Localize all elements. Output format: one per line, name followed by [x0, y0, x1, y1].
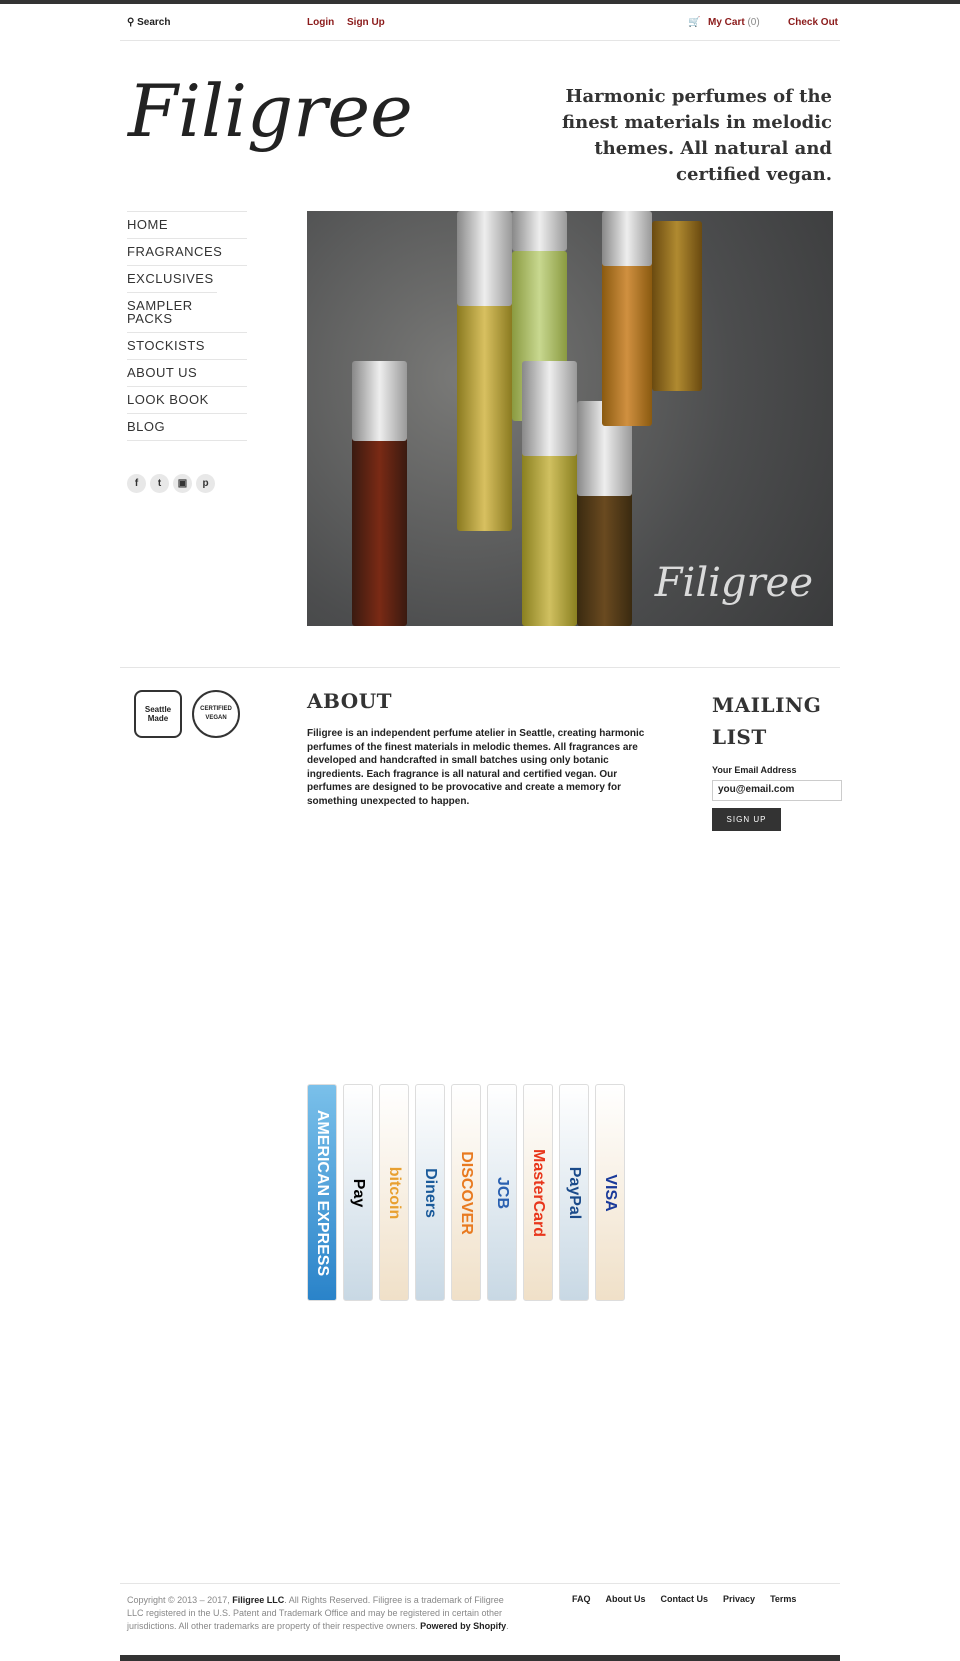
- payment-card-label: VISA: [602, 1173, 619, 1212]
- seattle-made-badge: Seattle Made: [134, 690, 182, 738]
- nav-stockists[interactable]: STOCKISTS: [127, 332, 247, 359]
- payment-card-pay: Pay: [343, 1084, 373, 1301]
- payment-card-american-express: AMERICAN EXPRESS: [307, 1084, 337, 1301]
- footer-divider: [120, 1583, 840, 1584]
- login-link[interactable]: Login: [307, 17, 334, 28]
- payment-card-jcb: JCB: [487, 1084, 517, 1301]
- search-link[interactable]: ⚲ Search: [127, 17, 170, 28]
- signup-link[interactable]: Sign Up: [347, 17, 385, 28]
- nav-blog[interactable]: BLOG: [127, 413, 247, 441]
- twitter-icon[interactable]: t: [150, 474, 169, 493]
- payment-card-label: DISCOVER: [458, 1150, 475, 1235]
- payment-card-diners: Diners: [415, 1084, 445, 1301]
- payment-card-bitcoin: bitcoin: [379, 1084, 409, 1301]
- payment-card-label: Diners: [422, 1167, 439, 1218]
- nav-about-us[interactable]: ABOUT US: [127, 359, 247, 386]
- top-bar: ⚲ Search Login Sign Up 🛒 My Cart (0) Che…: [120, 8, 840, 41]
- logo[interactable]: Filigree: [128, 56, 413, 181]
- cart-link[interactable]: My Cart (0): [708, 17, 760, 28]
- main-nav: HOME FRAGRANCES EXCLUSIVES SAMPLER PACKS…: [127, 211, 247, 441]
- search-icon: ⚲: [127, 17, 138, 28]
- about-title: ABOUT: [307, 689, 393, 713]
- mailing-list: MAILING LIST Your Email Address you@emai…: [712, 689, 842, 831]
- payment-card-visa: VISA: [595, 1084, 625, 1301]
- payment-card-discover: DISCOVER: [451, 1084, 481, 1301]
- divider: [120, 667, 840, 668]
- tagline: Harmonic perfumes of the finest material…: [562, 86, 832, 185]
- facebook-icon[interactable]: f: [127, 474, 146, 493]
- shopify-link[interactable]: Powered by Shopify: [420, 1621, 506, 1631]
- email-input[interactable]: you@email.com: [712, 780, 842, 801]
- copyright: Copyright © 2013 – 2017, Filigree LLC. A…: [127, 1595, 509, 1631]
- company-link[interactable]: Filigree LLC: [232, 1595, 284, 1605]
- payment-card-paypal: PayPal: [559, 1084, 589, 1301]
- payment-methods: AMERICAN EXPRESS Pay bitcoin Diners DISCOVER…: [307, 1084, 625, 1301]
- footer-link-terms[interactable]: Terms: [770, 1594, 796, 1604]
- mailing-title: MAILING LIST: [712, 693, 822, 749]
- nav-sampler-packs[interactable]: SAMPLER PACKS: [127, 292, 217, 332]
- nav-look-book[interactable]: LOOK BOOK: [127, 386, 247, 413]
- certified-vegan-badge: CERTIFIED VEGAN: [192, 690, 240, 738]
- footer-links: FAQ About Us Contact Us Privacy Terms: [572, 1594, 796, 1604]
- signup-button[interactable]: SIGN UP: [712, 808, 781, 831]
- footer-link-faq[interactable]: FAQ: [572, 1594, 591, 1604]
- payment-card-label: PayPal: [566, 1166, 583, 1219]
- bottom-bar: [120, 1655, 840, 1661]
- payment-card-label: JCB: [494, 1176, 511, 1209]
- hero-image: Filigree: [307, 211, 833, 626]
- footer-link-contact-us[interactable]: Contact Us: [661, 1594, 709, 1604]
- about-body: Filigree is an independent perfume ateli…: [307, 728, 645, 807]
- nav-home[interactable]: HOME: [127, 211, 247, 238]
- social-links: f t ▣ p: [127, 474, 215, 493]
- pinterest-icon[interactable]: p: [196, 474, 215, 493]
- cart-icon: 🛒: [688, 17, 701, 28]
- footer-link-about-us[interactable]: About Us: [606, 1594, 646, 1604]
- instagram-icon[interactable]: ▣: [173, 474, 192, 493]
- footer-link-privacy[interactable]: Privacy: [723, 1594, 755, 1604]
- payment-card-label: bitcoin: [386, 1166, 403, 1219]
- logo-watermark: Filigree: [654, 560, 813, 606]
- checkout-link[interactable]: Check Out: [788, 17, 838, 28]
- nav-exclusives[interactable]: EXCLUSIVES: [127, 265, 247, 292]
- payment-card-mastercard: MasterCard: [523, 1084, 553, 1301]
- payment-card-label: Pay: [350, 1178, 367, 1207]
- payment-card-label: AMERICAN EXPRESS: [314, 1109, 331, 1276]
- payment-card-label: MasterCard: [530, 1148, 547, 1237]
- nav-fragrances[interactable]: FRAGRANCES: [127, 238, 247, 265]
- email-label: Your Email Address: [712, 765, 797, 775]
- about-section: ABOUT Filigree is an independent perfume…: [307, 689, 652, 808]
